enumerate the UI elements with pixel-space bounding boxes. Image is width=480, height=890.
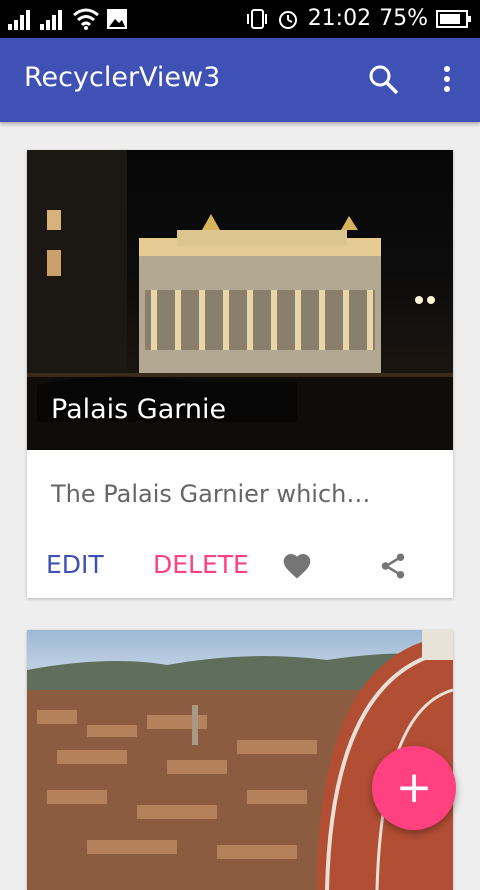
battery-icon (436, 9, 471, 28)
gallery-notification-icon (107, 9, 127, 29)
card-title: Palais Garnie (51, 394, 227, 425)
vibrate-icon (246, 8, 267, 29)
share-icon[interactable] (378, 550, 408, 582)
add-icon: + (395, 762, 433, 813)
alarm-icon (278, 10, 297, 29)
signal-strength-icon (8, 10, 30, 30)
edit-button[interactable]: EDIT (46, 550, 104, 579)
card-description: The Palais Garnier which… (51, 480, 371, 508)
status-bar: 21:02 75% (0, 0, 480, 38)
signal-strength-2-icon (40, 10, 62, 30)
app-title: RecyclerView3 (24, 62, 221, 93)
battery-percent: 75% (379, 6, 428, 31)
app-bar: RecyclerView3 (0, 38, 480, 122)
delete-button[interactable]: DELETE (153, 550, 249, 579)
add-fab-button[interactable]: + (372, 746, 456, 830)
palais-garnier-image: Palais Garnie (27, 150, 453, 450)
clock-time: 21:02 (307, 6, 372, 31)
place-card: Palais Garnie The Palais Garnier which… … (27, 150, 453, 598)
more-options-icon[interactable] (437, 64, 457, 96)
wifi-icon (73, 8, 99, 30)
favorite-icon[interactable] (281, 550, 313, 582)
search-icon[interactable] (368, 64, 400, 96)
